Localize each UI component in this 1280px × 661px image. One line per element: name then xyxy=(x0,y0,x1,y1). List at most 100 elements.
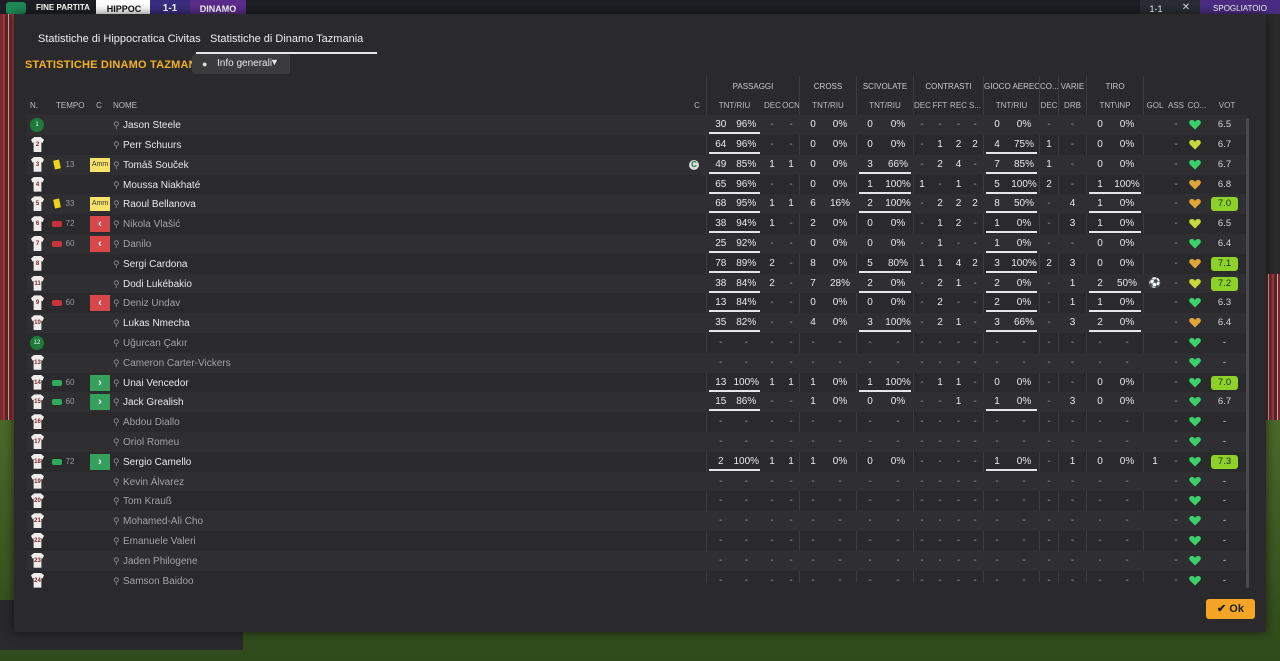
ok-button-label: Ok xyxy=(1229,603,1244,615)
sub-out-button[interactable]: ‹ xyxy=(90,236,110,252)
player-name[interactable]: ⚲ Jason Steele xyxy=(113,115,181,136)
stat-tackle-att: - xyxy=(868,574,872,586)
player-name[interactable]: ⚲ Cameron Carter-Vickers xyxy=(113,353,231,374)
column-header-con-rec[interactable]: REC xyxy=(950,101,967,110)
table-row[interactable]: 13 ⚲ Cameron Carter-Vickers - - - - - - - - - - - - - - -… xyxy=(27,352,1247,374)
table-row[interactable]: 20 ⚲ Tom Krauß - - - - - - - - - - - - - - - - - - - - xyxy=(27,491,1247,511)
stat-assists: - xyxy=(1174,257,1178,269)
stat-pass-ocn: 1 xyxy=(788,376,794,388)
column-header-co-dec[interactable]: DEC xyxy=(1040,101,1058,110)
table-row[interactable]: 1 ⚲ Jason Steele 30 96% - -0 0% 0 0% - - - -0 0% - -0 0% -… xyxy=(27,115,1247,135)
table-row[interactable]: 10 ⚲ Lukas Nmecha 35 82% - -4 0% 3 100% -2 1-3 66% -3… xyxy=(27,313,1247,333)
player-name[interactable]: ⚲ Mohamed-Ali Cho xyxy=(113,511,203,532)
player-name[interactable]: ⚲ Unai Vencedor xyxy=(113,373,189,394)
player-name[interactable]: ⚲ Perr Schuurs xyxy=(113,135,181,156)
sub-out-button[interactable]: ‹ xyxy=(90,295,110,312)
player-name[interactable]: ⚲ Danilo xyxy=(113,234,151,255)
column-header-c[interactable]: C xyxy=(93,101,105,110)
morale-heart-icon xyxy=(1189,377,1201,388)
table-row[interactable]: 15 60 › ⚲ Jack Grealish 15 86% - -1 0% 0 0% - -1-1 0% -… xyxy=(27,392,1247,413)
table-row[interactable]: 12 ⚲ Uğurcan Çakır - - - - - - - - - - - - - - - - - - - - xyxy=(27,333,1247,353)
dressing-room-button[interactable]: SPOGLIATOIO xyxy=(1200,0,1280,14)
column-header-air-tr[interactable]: TNT/RIU xyxy=(984,101,1039,110)
player-name[interactable]: ⚲ Jack Grealish xyxy=(113,392,184,413)
column-header-shot-ti[interactable]: TNT\INP xyxy=(1087,101,1143,110)
column-header-vot[interactable]: VOT xyxy=(1210,101,1244,110)
player-name[interactable]: ⚲ Moussa Niakhaté xyxy=(113,175,200,196)
column-header-ass[interactable]: ASS xyxy=(1167,101,1185,110)
stat-tackle-pct: - xyxy=(896,416,900,428)
table-row[interactable]: 2 ⚲ Perr Schuurs 64 96% - -0 0% 0 0% -1 2 2 4 75% 1-0 0%… xyxy=(27,135,1247,155)
column-header-pass-dec[interactable]: DEC xyxy=(764,101,781,110)
table-row[interactable]: 11 ⚲ Dodi Lukébakio 38 84% 2-7 28% 2 0% -2 1-2 0% -1… xyxy=(27,273,1247,295)
table-row[interactable]: 19 ⚲ Kevin Álvarez - - - - - - - - - - - - - - - - - - - - xyxy=(27,471,1247,493)
table-row[interactable]: 24 ⚲ Samson Baidoo - - - - - - - - - - - - - - - - - - - - xyxy=(27,571,1247,591)
column-header-co[interactable]: CO... xyxy=(1186,101,1208,110)
column-header-pass-ocn[interactable]: OCN xyxy=(782,101,800,110)
player-name[interactable]: ⚲ Sergio Camello xyxy=(113,452,191,473)
column-header-time[interactable]: TEMPO xyxy=(56,101,84,110)
column-header-con-fft[interactable]: FFT xyxy=(932,101,948,110)
player-name[interactable]: ⚲ Tomáš Souček xyxy=(113,155,189,176)
column-header-no[interactable]: N. xyxy=(27,101,41,110)
column-header-con-s[interactable]: S... xyxy=(968,101,982,110)
player-name[interactable]: ⚲ Kevin Álvarez xyxy=(113,472,184,493)
stat-con-fft: - xyxy=(938,574,942,586)
sub-in-button[interactable]: › xyxy=(90,453,110,470)
sub-in-button[interactable]: › xyxy=(90,374,110,391)
table-row[interactable]: 18 72 › ⚲ Sergio Camello 2 100% 1 1 1 0% 0 0% - - - -1 0%… xyxy=(27,452,1247,472)
column-header-name[interactable]: NOME xyxy=(113,101,153,110)
table-row[interactable]: 9 60 ‹ ⚲ Deniz Undav 13 84% - -0 0% 0 0% -2- -2 0% -1 1 0… xyxy=(27,293,1247,313)
player-name[interactable]: ⚲ Jaden Philogene xyxy=(113,551,198,572)
player-name-text: Cameron Carter-Vickers xyxy=(123,357,231,369)
table-row[interactable]: 6 72 ‹ ⚲ Nikola Vlašić 38 94% 1-2 0% 0 0% -1 2-1 0% -3… xyxy=(27,214,1247,234)
tab-dinamo-stats[interactable]: Statistiche di Dinamo Tazmania xyxy=(196,14,378,54)
stat-con-s: - xyxy=(973,436,977,447)
player-name[interactable]: ⚲ Dodi Lukébakio xyxy=(113,274,192,295)
table-row[interactable]: 21 ⚲ Mohamed-Ali Cho - - - - - - - - - - - - - - - - - - - - xyxy=(27,511,1247,531)
table-row[interactable]: 14 60 › ⚲ Unai Vencedor 13 100% 1 1 1 0% 1 100% -1 1-0… xyxy=(27,373,1247,393)
table-row[interactable]: 4 ⚲ Moussa Niakhaté 65 96% - -0 0% 1 100% 1-1-5 100… xyxy=(27,175,1247,195)
table-row[interactable]: 3 13 Amm ⚲ Tomáš Souček C 49 85% 1 1 0 0% 3 66% -2 4-7 8… xyxy=(27,154,1247,176)
player-name[interactable]: ⚲ Nikola Vlašić xyxy=(113,214,180,235)
player-name[interactable]: ⚲ Uğurcan Çakır xyxy=(113,333,187,354)
player-name[interactable]: ⚲ Oriol Romeu xyxy=(113,432,179,453)
player-rating: 6.7 xyxy=(1217,139,1232,150)
player-name[interactable]: ⚲ Tom Krauß xyxy=(113,491,172,512)
table-row[interactable]: 8 ⚲ Sergi Cardona 78 89% 2-8 0% 5 80% 1 1 4 2 3 100% 2 3… xyxy=(27,254,1247,274)
stat-bar xyxy=(709,468,760,471)
column-header-drb[interactable]: DRB xyxy=(1059,101,1086,110)
player-name[interactable]: ⚲ Samson Baidoo xyxy=(113,571,194,592)
close-icon[interactable]: ✕ xyxy=(1172,0,1200,14)
column-header-pass-tr[interactable]: TNT/RIU xyxy=(707,101,762,110)
column-header-cap[interactable]: C xyxy=(692,101,702,110)
table-row[interactable]: 22 ⚲ Emanuele Valeri - - - - - - - - - - - - - - - - - - - - xyxy=(27,531,1247,551)
player-name[interactable]: ⚲ Emanuele Valeri xyxy=(113,531,196,552)
scrollbar[interactable] xyxy=(1246,118,1249,588)
stat-con-fft: - xyxy=(938,416,942,428)
sub-in-button[interactable]: › xyxy=(90,394,110,411)
stat-shot-att: 0 xyxy=(1097,158,1103,170)
table-row[interactable]: 17 ⚲ Oriol Romeu - - - - - - - - - - - - - - - - - - - - xyxy=(27,432,1247,452)
column-header-con-dec[interactable]: DEC xyxy=(914,101,931,110)
column-header-gol[interactable]: GOL xyxy=(1145,101,1165,110)
table-row[interactable]: 23 ⚲ Jaden Philogene - - - - - - - - - - - - - - - - - - - - xyxy=(27,550,1247,572)
stat-pass-ocn: - xyxy=(789,554,793,566)
player-name[interactable]: ⚲ Raoul Bellanova xyxy=(113,194,196,215)
sub-out-button[interactable]: ‹ xyxy=(90,216,110,233)
table-row[interactable]: 5 33 Amm ⚲ Raoul Bellanova 68 95% 1 1 6 16% 2 100% -2… xyxy=(27,194,1247,215)
tab-hippocratica-stats[interactable]: Statistiche di Hippocratica Civitas xyxy=(38,14,201,52)
stat-co-dec: - xyxy=(1047,495,1051,507)
column-header-tackle-tr[interactable]: TNT/RIU xyxy=(857,101,913,110)
table-row[interactable]: 7 60 ‹ ⚲ Danilo 25 92% - -0 0% 0 0% -1- -1 0% - -0 0% -6.4 xyxy=(27,234,1247,254)
ok-button[interactable]: ✔ Ok xyxy=(1206,599,1255,619)
player-name[interactable]: ⚲ Sergi Cardona xyxy=(113,254,187,275)
stat-con-rec: - xyxy=(956,535,961,546)
column-header-cross-tr[interactable]: TNT/RIU xyxy=(800,101,856,110)
view-dropdown[interactable]: ● Info generali ▼ xyxy=(192,54,290,74)
player-name[interactable]: ⚲ Abdou Diallo xyxy=(113,412,180,433)
player-name[interactable]: ⚲ Lukas Nmecha xyxy=(113,313,190,334)
table-row[interactable]: 16 ⚲ Abdou Diallo - - - - - - - - - - - - - - - - - - - - xyxy=(27,412,1247,432)
player-name[interactable]: ⚲ Deniz Undav xyxy=(113,293,180,314)
stat-con-s: - xyxy=(973,119,977,131)
